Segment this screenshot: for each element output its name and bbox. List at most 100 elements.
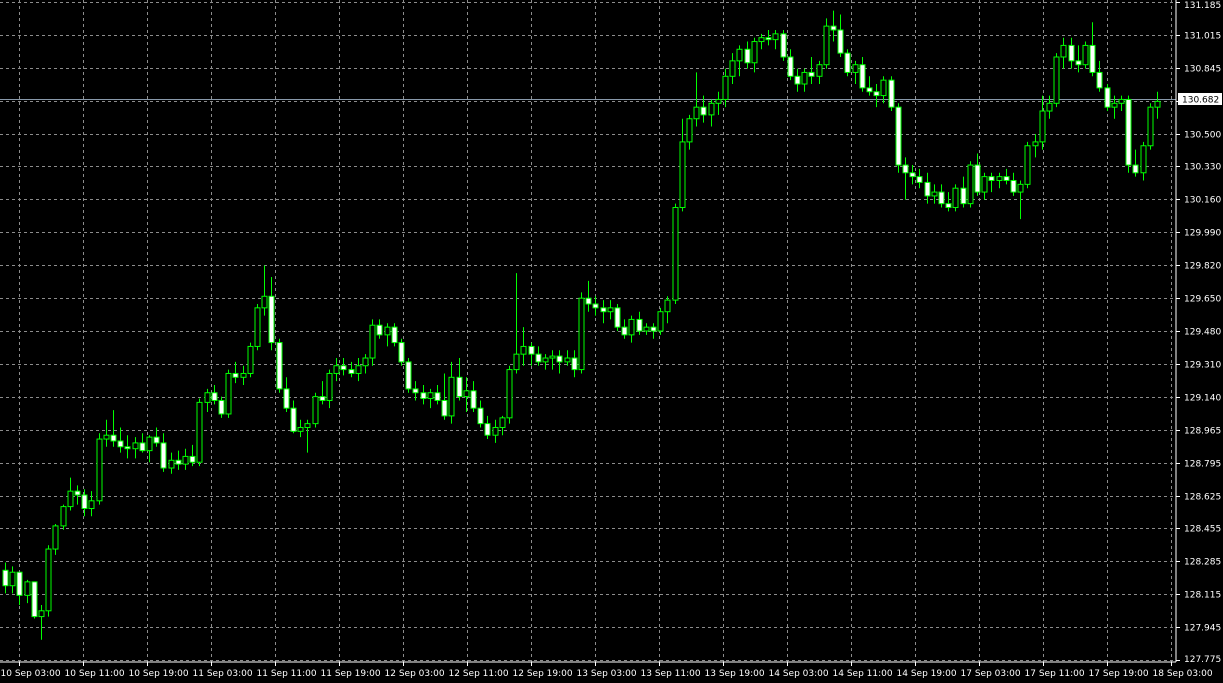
- candle-bull: [628, 318, 635, 336]
- candle-bull: [52, 525, 59, 550]
- candle-bear: [866, 87, 873, 93]
- time-tick-label: 18 Sep 03:00: [1153, 669, 1213, 679]
- candle-bear: [1096, 71, 1103, 89]
- price-tick-label: 129.650: [1184, 295, 1221, 305]
- price-tick-label: 129.990: [1184, 229, 1221, 239]
- candle-bear: [837, 29, 844, 54]
- candle-bull: [708, 102, 715, 116]
- candle-bull: [952, 187, 959, 209]
- candle-bull: [729, 60, 736, 77]
- candle-bear: [1132, 164, 1139, 174]
- price-tick-label: 127.945: [1184, 624, 1221, 634]
- time-tick-label: 12 Sep 03:00: [385, 669, 445, 679]
- candle-bear: [614, 307, 621, 328]
- price-tick-label: 128.625: [1184, 493, 1221, 503]
- candle-bear: [765, 37, 772, 41]
- candle-bull: [693, 106, 700, 120]
- candle-bull: [672, 207, 679, 301]
- candle-bull: [981, 176, 988, 193]
- candle-bear: [175, 459, 182, 465]
- candle-bull: [520, 345, 527, 355]
- candle-bear: [189, 455, 196, 463]
- candle-bear: [268, 295, 275, 344]
- candle-bear: [700, 106, 707, 116]
- candle-bear: [974, 164, 981, 193]
- time-tick-label: 10 Sep 03:00: [1, 669, 61, 679]
- price-tick-label: 127.775: [1184, 655, 1221, 665]
- candle-bear: [340, 365, 347, 371]
- price-tick-label: 130.160: [1184, 196, 1221, 206]
- time-tick-label: 11 Sep 11:00: [257, 669, 317, 679]
- candle-bear: [945, 203, 952, 209]
- time-tick-label: 13 Sep 03:00: [577, 669, 637, 679]
- candle-bear: [571, 357, 578, 371]
- candle-bear: [283, 388, 290, 409]
- candle-bull: [168, 459, 175, 469]
- candle-bull: [103, 434, 110, 440]
- candle-bull: [549, 355, 556, 359]
- time-tick-label: 13 Sep 19:00: [705, 669, 765, 679]
- candle-bull: [564, 357, 571, 363]
- candle-bear: [31, 581, 38, 618]
- candle-bear: [1089, 44, 1096, 73]
- candle-bear: [787, 56, 794, 77]
- candle-bull: [463, 390, 470, 398]
- candle-bull: [967, 164, 974, 205]
- chart-background: [0, 0, 1223, 683]
- candle-bear: [420, 392, 427, 400]
- candle-bear: [960, 187, 967, 205]
- candle-bull: [1140, 145, 1147, 174]
- price-tick-label: 129.310: [1184, 361, 1221, 371]
- candle-bear: [873, 91, 880, 97]
- candle-bear: [434, 392, 441, 401]
- price-tick-label: 128.455: [1184, 525, 1221, 535]
- candle-bull: [751, 41, 758, 64]
- candle-bull: [384, 326, 391, 336]
- candle-bull: [369, 324, 376, 359]
- price-tick-label: 129.820: [1184, 262, 1221, 272]
- candle-bear: [348, 369, 355, 374]
- candle-bull: [88, 500, 95, 510]
- time-tick-label: 12 Sep 11:00: [449, 669, 509, 679]
- candle-bear: [988, 176, 995, 181]
- candle-bear: [938, 191, 945, 205]
- candle-bull: [643, 326, 650, 332]
- candle-bull: [852, 64, 859, 73]
- candle-bull: [607, 307, 614, 313]
- candle-bull: [132, 442, 139, 450]
- candle-bull: [67, 490, 74, 508]
- price-tick-label: 128.965: [1184, 427, 1221, 437]
- candle-bear: [477, 407, 484, 425]
- candle-bull: [686, 118, 693, 143]
- candle-bear: [1068, 44, 1075, 62]
- candle-bull: [1046, 102, 1053, 112]
- candle-bull: [362, 357, 369, 367]
- candle-bear: [376, 324, 383, 336]
- candlestick-chart: 131.185131.015130.845130.670130.500130.3…: [0, 0, 1223, 683]
- candle-bull: [506, 369, 513, 419]
- candle-bull: [146, 436, 153, 452]
- price-tick-label: 128.795: [1184, 460, 1221, 470]
- candle-bear: [844, 52, 851, 73]
- time-tick-label: 11 Sep 03:00: [193, 669, 253, 679]
- candle-bull: [261, 295, 268, 309]
- candle-bear: [600, 307, 607, 313]
- candle-bull: [182, 455, 189, 465]
- candle-bull: [1053, 56, 1060, 104]
- candle-bear: [621, 326, 628, 336]
- candle-bull: [722, 75, 729, 100]
- candle-bear: [81, 494, 88, 510]
- candle-bull: [247, 345, 254, 374]
- time-tick-label: 17 Sep 19:00: [1089, 669, 1149, 679]
- candle-bull: [772, 33, 779, 41]
- candle-bear: [924, 181, 931, 197]
- candle-bull: [1032, 141, 1039, 147]
- candle-bear: [319, 396, 326, 401]
- candle-bull: [312, 396, 319, 425]
- candle-bear: [1104, 87, 1111, 108]
- price-tick-label: 129.480: [1184, 328, 1221, 338]
- candle-bear: [153, 436, 160, 444]
- price-tick-label: 128.115: [1184, 591, 1221, 601]
- candle-bear: [585, 297, 592, 305]
- candle-bear: [276, 342, 283, 390]
